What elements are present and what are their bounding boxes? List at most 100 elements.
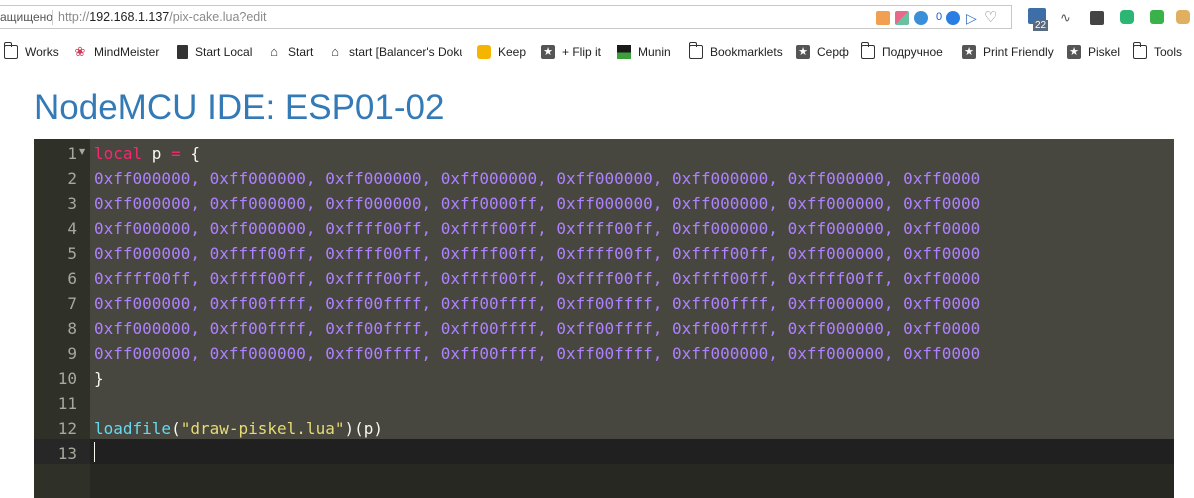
bookmark-label: start [Balancer's Doku [349, 45, 462, 59]
windows-icon[interactable] [1090, 11, 1104, 25]
bookmark-label: Keep [498, 45, 527, 59]
paren-token: ( [171, 419, 181, 438]
home-icon: ⌂ [331, 44, 339, 59]
avatar-icon[interactable] [1176, 10, 1190, 24]
line-number: 12 [57, 419, 77, 438]
bookmark-keep[interactable]: Keep [477, 42, 526, 62]
bookmark-start[interactable]: ⌂ Start [267, 42, 313, 62]
bookmark-tools[interactable]: Tools [1132, 42, 1183, 62]
bookmark-label: Piskel [1088, 45, 1121, 59]
cube-icon[interactable] [895, 11, 909, 25]
bookmark-label: Start [288, 45, 314, 59]
active-line[interactable] [90, 439, 1174, 464]
code-line: local p = { [94, 141, 200, 166]
code-line: 0xff000000, 0xff000000, 0xffff00ff, 0xff… [94, 219, 981, 238]
brace-token: { [180, 144, 200, 163]
code-line: 0xff000000, 0xff000000, 0xff00ffff, 0xff… [94, 344, 981, 363]
heart-icon[interactable]: ♡ [984, 10, 998, 25]
line-number: 7 [67, 294, 77, 313]
line-number: 8 [67, 319, 77, 338]
star-icon: ★ [962, 45, 976, 59]
munin-icon [617, 45, 631, 59]
line-number: 9 [67, 344, 77, 363]
bookmark-label: Start Local [195, 45, 253, 59]
bookmark-balancer-doku[interactable]: ⌂ start [Balancer's Doku [328, 42, 462, 62]
url-scheme: http:// [58, 10, 90, 24]
bookmarks-bar: Works ❀ MindMeister Start Local ⌂ Start … [0, 38, 1194, 66]
star-icon: ★ [796, 45, 810, 59]
code-line: 0xff000000, 0xff00ffff, 0xff00ffff, 0xff… [94, 294, 981, 313]
bookmark-label: Bookmarklets [710, 45, 783, 59]
translate-icon[interactable] [1150, 10, 1164, 24]
operator-token: = [171, 144, 181, 163]
address-bar: ащищено http://192.168.1.137/pix-cake.lu… [0, 0, 1194, 36]
bookmark-flip-it[interactable]: ★ + Flip it [541, 42, 601, 62]
code-line: } [94, 369, 104, 388]
bookmark-works[interactable]: Works [3, 42, 59, 62]
rss-icon[interactable] [876, 11, 890, 25]
code-line: 0xff000000, 0xff000000, 0xff000000, 0xff… [94, 169, 981, 188]
home-icon: ⌂ [270, 44, 278, 59]
url-text[interactable]: http://192.168.1.137/pix-cake.lua?edit [58, 10, 267, 24]
identifier-token: p [142, 144, 172, 163]
url-host: 192.168.1.137 [89, 10, 170, 24]
bookmark-label: MindMeister [94, 45, 160, 59]
line-number: 2 [67, 169, 77, 188]
code-line: 0xff000000, 0xffff00ff, 0xffff00ff, 0xff… [94, 244, 981, 263]
page-title: NodeMCU IDE: ESP01-02 [34, 88, 445, 127]
bookmark-start-local[interactable]: Start Local [177, 42, 252, 62]
line-number: 1 [67, 144, 77, 163]
line-number: 4 [67, 219, 77, 238]
document-icon [177, 45, 188, 59]
map-pin-icon[interactable] [1120, 10, 1134, 24]
code-line: 0xff000000, 0xff000000, 0xff000000, 0xff… [94, 194, 981, 213]
bookmark-label: + Flip it [562, 45, 602, 59]
bookmark-label: Tools [1154, 45, 1183, 59]
line-number: 10 [57, 369, 77, 388]
close-circle-icon[interactable] [946, 11, 960, 25]
code-line: loadfile("draw-piskel.lua")(p) [94, 416, 383, 441]
bookmark-serf[interactable]: ★ Серф [796, 42, 849, 62]
keep-icon [477, 45, 491, 59]
code-line: 0xffff00ff, 0xffff00ff, 0xffff00ff, 0xff… [94, 269, 981, 288]
globe-icon[interactable] [914, 11, 928, 25]
keyword-token: local [94, 144, 143, 163]
feed-icon[interactable]: ∿ [1060, 11, 1074, 25]
star-icon: ★ [541, 45, 555, 59]
line-number: 6 [67, 269, 77, 288]
bookmark-label: Works [25, 45, 59, 59]
bookmark-label: Print Friendly [983, 45, 1054, 59]
bookmark-piskel[interactable]: ★ Piskel [1067, 42, 1120, 62]
line-number: 3 [67, 194, 77, 213]
bookmark-munin[interactable]: Munin [617, 42, 671, 62]
mindmeister-icon: ❀ [74, 44, 86, 59]
folder-icon [688, 42, 703, 59]
call-token: )(p) [344, 419, 383, 438]
code-line: 0xff000000, 0xff00ffff, 0xff00ffff, 0xff… [94, 319, 981, 338]
send-icon[interactable]: ▷ [966, 11, 980, 25]
line-number: 5 [67, 244, 77, 263]
url-path: /pix-cake.lua?edit [169, 10, 267, 24]
extension-counter: 0 [936, 11, 943, 23]
bookmark-print-friendly[interactable]: ★ Print Friendly [962, 42, 1054, 62]
line-number: 11 [57, 394, 77, 413]
bookmark-label: Подручное [882, 45, 943, 59]
security-label[interactable]: ащищено [0, 10, 53, 24]
function-token: loadfile [94, 419, 172, 438]
folder-icon [860, 42, 875, 59]
folder-icon [3, 42, 18, 59]
tab-badge: 22 [1033, 20, 1049, 31]
text-cursor [94, 442, 95, 462]
fold-arrow-icon[interactable]: ▼ [79, 148, 85, 156]
line-number: 13 [57, 444, 77, 463]
divider [52, 10, 53, 25]
url-field[interactable]: ащищено http://192.168.1.137/pix-cake.lu… [0, 5, 1012, 29]
string-token: "draw-piskel.lua" [180, 419, 345, 438]
bookmark-podruchnoe[interactable]: Подручное [860, 42, 943, 62]
bookmark-bookmarklets[interactable]: Bookmarklets [688, 42, 783, 62]
code-editor[interactable]: 1 2 3 4 5 6 7 8 9 10 11 12 13 ▼ local p … [34, 139, 1174, 498]
bookmark-mindmeister[interactable]: ❀ MindMeister [73, 42, 160, 62]
bookmark-label: Серф [817, 45, 849, 59]
folder-icon [1132, 42, 1147, 59]
bookmark-label: Munin [638, 45, 671, 59]
